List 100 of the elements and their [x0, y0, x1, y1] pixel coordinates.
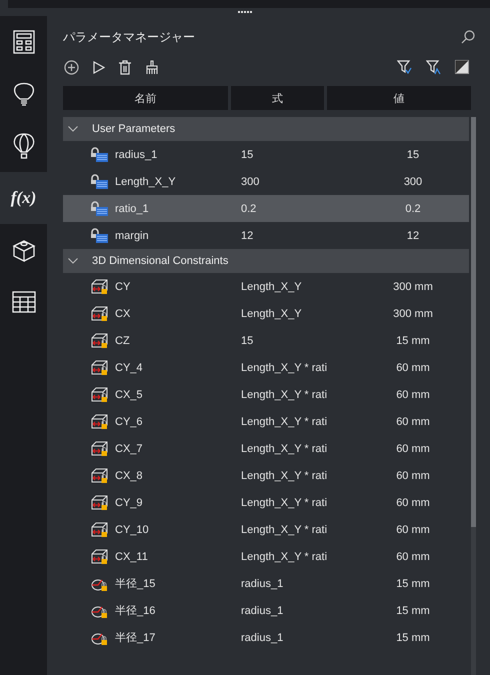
chevron-down-icon[interactable]	[68, 126, 78, 132]
table-row[interactable]: radius_1 15 15	[63, 141, 469, 168]
parameter-name: CY_10	[115, 524, 149, 536]
group-label: User Parameters	[92, 123, 176, 135]
dimension-lock-icon	[91, 278, 109, 294]
formula-cell: Length_X_Y * rati	[241, 524, 328, 536]
formula-cell: 0.2	[241, 202, 256, 214]
formula-cell: 15	[241, 148, 254, 160]
dimension-lock-icon	[91, 332, 109, 348]
parameter-name: CY_9	[115, 496, 143, 508]
parameter-name: CX_8	[115, 470, 143, 482]
formula-cell: Length_X_Y * rati	[241, 388, 328, 400]
search-icon[interactable]	[461, 30, 475, 44]
locked-parameter-icon	[91, 200, 109, 216]
dimension-lock-icon	[91, 494, 109, 510]
parameter-name: radius_1	[115, 148, 158, 160]
table-row[interactable]: ratio_1 0.2 0.2	[63, 195, 469, 222]
chevron-down-icon[interactable]	[68, 258, 78, 264]
table-row[interactable]: CY_4 Length_X_Y * rati 60 mm	[63, 354, 469, 381]
group-row[interactable]: 3D Dimensional Constraints	[63, 249, 469, 273]
value-cell: 12	[406, 230, 420, 242]
filter-icon[interactable]	[426, 60, 441, 74]
column-header[interactable]: 値	[327, 86, 471, 110]
value-cell: 300 mm	[393, 308, 433, 320]
formula-cell: Length_X_Y * rati	[241, 550, 328, 562]
value-cell: 60 mm	[396, 524, 430, 536]
table-row[interactable]: CY_9 Length_X_Y * rati 60 mm	[63, 489, 469, 516]
parameter-name: CY_4	[115, 362, 143, 374]
parameter-name: 半径_17	[115, 631, 156, 645]
dimension-lock-icon	[91, 440, 109, 456]
scrollbar[interactable]	[471, 117, 476, 675]
value-cell: 0.2	[405, 202, 421, 214]
parameter-name: 半径_15	[115, 577, 156, 591]
formula-cell: 12	[241, 230, 254, 242]
value-cell: 60 mm	[396, 388, 430, 400]
formula-cell: radius_1	[241, 632, 284, 644]
dimension-lock-icon	[91, 306, 109, 322]
table-row[interactable]: CX Length_X_Y 300 mm	[63, 300, 469, 327]
formula-cell: Length_X_Y * rati	[241, 442, 328, 454]
table-row[interactable]: CZ 15 15 mm	[63, 327, 469, 354]
table-row[interactable]: 半径_16 radius_1 15 mm	[63, 597, 469, 624]
table-row[interactable]: CY_6 Length_X_Y * rati 60 mm	[63, 408, 469, 435]
table-row[interactable]: CX_5 Length_X_Y * rati 60 mm	[63, 381, 469, 408]
table-row[interactable]: Length_X_Y 300 300	[63, 168, 469, 195]
table-row[interactable]: CX_11 Length_X_Y * rati 60 mm	[63, 543, 469, 570]
value-cell: 300 mm	[393, 280, 433, 292]
lightbulb-icon	[12, 81, 34, 107]
formula-cell: Length_X_Y	[241, 280, 302, 292]
play-icon[interactable]	[93, 60, 105, 74]
value-cell: 60 mm	[396, 550, 430, 562]
table-row[interactable]: CY Length_X_Y 300 mm	[63, 273, 469, 300]
table-icon	[12, 291, 36, 313]
value-cell: 15 mm	[396, 632, 430, 644]
value-cell: 60 mm	[396, 496, 430, 508]
value-cell: 60 mm	[396, 362, 430, 374]
formula-cell: 300	[241, 176, 260, 188]
dimension-lock-icon	[91, 386, 109, 402]
panel-title: パラメータマネージャー	[63, 28, 195, 46]
formula-cell: radius_1	[241, 578, 284, 590]
value-cell: 15 mm	[396, 334, 430, 346]
dimension-lock-icon	[91, 468, 109, 484]
column-header[interactable]: 名前	[63, 86, 228, 110]
value-cell: 15 mm	[396, 578, 430, 590]
table-row[interactable]: 半径_17 radius_1 15 mm	[63, 624, 469, 651]
table-row[interactable]: CX_8 Length_X_Y * rati 60 mm	[63, 462, 469, 489]
dimension-lock-icon	[91, 522, 109, 538]
formula-cell: Length_X_Y	[241, 308, 302, 320]
locked-parameter-icon	[91, 228, 109, 244]
column-header[interactable]: 式	[231, 86, 324, 110]
parameter-name: CX_7	[115, 442, 143, 454]
parameter-name: CY_6	[115, 416, 143, 428]
table-row[interactable]: 半径_15 radius_1 15 mm	[63, 570, 469, 597]
group-row[interactable]: User Parameters	[63, 117, 469, 141]
value-cell: 300	[404, 176, 422, 188]
delete-icon[interactable]	[119, 60, 131, 74]
parameter-name: CX	[115, 308, 130, 320]
filter-icon[interactable]	[397, 60, 412, 74]
value-cell: 60 mm	[396, 470, 430, 482]
formula-cell: Length_X_Y * rati	[241, 470, 328, 482]
formula-cell: Length_X_Y * rati	[241, 496, 328, 508]
sidebar-tab[interactable]: f(x)	[0, 172, 47, 224]
parameter-name: Length_X_Y	[115, 176, 176, 188]
contrast-icon[interactable]	[455, 60, 469, 74]
add-icon[interactable]	[64, 60, 79, 74]
dimension-lock-icon	[91, 414, 109, 430]
table-row[interactable]: CX_7 Length_X_Y * rati 60 mm	[63, 435, 469, 462]
formula-cell: 15	[241, 334, 254, 346]
parameter-name: CY	[115, 280, 130, 292]
dimension-lock-icon	[91, 360, 109, 376]
parameter-name: margin	[115, 230, 149, 242]
brush-icon[interactable]	[145, 60, 159, 74]
table-row[interactable]: CY_10 Length_X_Y * rati 60 mm	[63, 516, 469, 543]
formula-cell: Length_X_Y * rati	[241, 416, 328, 428]
scrollbar-thumb[interactable]	[471, 117, 476, 527]
table-row[interactable]: margin 12 12	[63, 222, 469, 249]
parameter-name: CZ	[115, 334, 130, 346]
value-cell: 60 mm	[396, 416, 430, 428]
cube-icon	[12, 238, 36, 262]
value-cell: 60 mm	[396, 442, 430, 454]
parameter-name: ratio_1	[115, 202, 149, 214]
